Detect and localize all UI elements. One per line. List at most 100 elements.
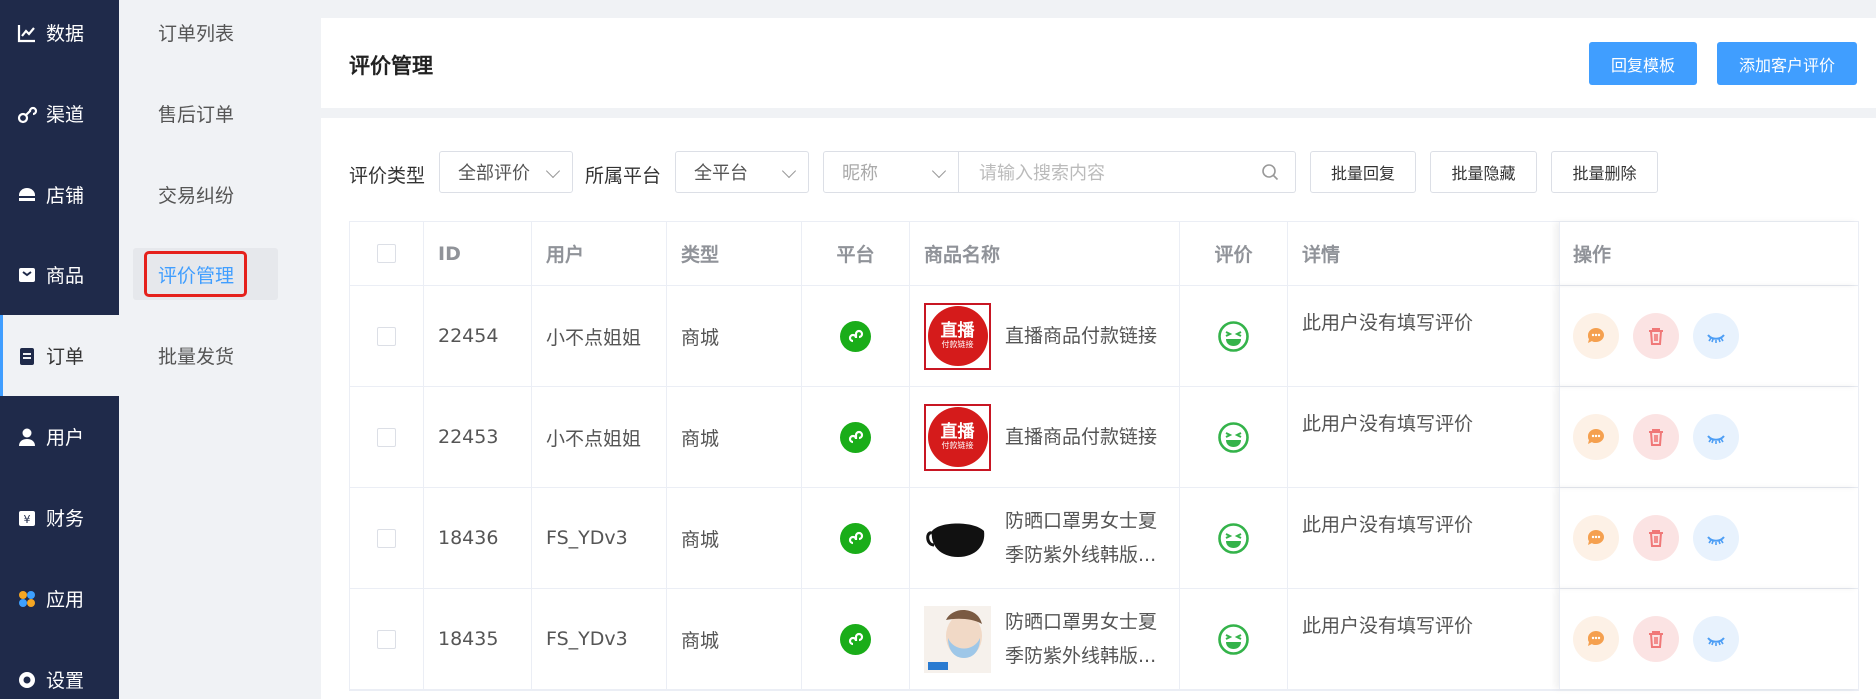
page-title: 评价管理 [349,54,433,78]
reply-button[interactable] [1573,515,1619,561]
sidebar-item-settings[interactable]: 设置 [0,639,119,699]
batch-reply-button[interactable]: 批量回复 [1310,151,1416,193]
row-select-cell [350,589,424,689]
platform-cell [802,387,910,487]
hide-button[interactable] [1693,414,1739,460]
subnav-item-after-sale[interactable]: 售后订单 [133,87,278,139]
search-input[interactable]: 请输入搜索内容 [959,151,1296,193]
delete-button[interactable] [1633,616,1679,662]
row-checkbox[interactable] [377,528,396,548]
product-thumbnail[interactable] [924,605,991,673]
chat-bubble-icon [1588,429,1604,444]
subnav-item-label: 批量发货 [158,345,235,368]
chat-bubble-icon [1588,328,1604,343]
reply-button[interactable] [1573,414,1619,460]
actions-cell [1559,286,1859,386]
sidebar-item-product[interactable]: 商品 [0,234,119,315]
review-type: 商城 [667,387,802,487]
column-header: 商品名称 [910,222,1180,285]
review-type-value: 全部评价 [458,163,530,184]
hide-button[interactable] [1693,616,1739,662]
subnav-item-label: 售后订单 [158,103,235,126]
reply-template-button[interactable]: 回复模板 [1589,42,1697,85]
subnav-item-review-management[interactable]: 评价管理 [133,248,278,300]
sidebar-item-user[interactable]: 用户 [0,396,119,477]
row-checkbox[interactable] [377,427,396,447]
review-type: 商城 [667,286,802,386]
thumbnail-title: 直播 [940,422,975,442]
search-field-placeholder: 昵称 [842,163,878,184]
sidebar-item-finance[interactable]: ¥ 财务 [0,477,119,558]
sidebar-item-order[interactable]: 订单 [0,315,119,396]
review-detail: 此用户没有填写评价 [1288,387,1560,487]
sidebar-item-data[interactable]: 数据 [0,0,119,73]
product-name[interactable]: 直播商品付款链接 [1005,319,1160,353]
delete-button[interactable] [1633,313,1679,359]
rating-cell [1180,286,1288,386]
batch-hide-button[interactable]: 批量隐藏 [1430,151,1537,193]
delete-button[interactable] [1633,414,1679,460]
mini-program-icon [840,522,871,554]
search-field-select[interactable]: 昵称 [823,151,959,193]
sidebar-item-label: 用户 [46,427,85,449]
trash-icon [1649,328,1663,345]
trash-icon [1649,530,1663,547]
column-header: 平台 [802,222,910,285]
search-icon[interactable] [1261,163,1279,181]
chevron-down-icon [545,163,561,179]
mini-program-icon [840,421,871,453]
subnav-item-label: 交易纠纷 [158,184,235,207]
reply-button[interactable] [1573,313,1619,359]
eye-closed-icon [1707,536,1725,545]
thumbnail-caption: 付款链接 [941,340,974,349]
product-thumbnail[interactable] [924,504,991,572]
review-type-select[interactable]: 全部评价 [439,151,573,193]
subnav-item-order-list[interactable]: 订单列表 [133,6,278,58]
product-cell: 直播 付款链接 直播商品付款链接 [910,286,1180,386]
user-icon [16,426,38,448]
apps-icon [16,588,38,610]
row-select-cell [350,387,424,487]
platform-cell [802,286,910,386]
column-header: 用户 [532,222,667,285]
table-row: 18436 FS_YDv3 商城 防晒口罩男女士夏季防紫外线韩版... 此用户没有填写评… [350,488,1859,589]
select-all-cell [350,222,424,285]
eye-closed-icon [1707,637,1725,646]
product-name[interactable]: 直播商品付款链接 [1005,420,1160,454]
add-review-button[interactable]: 添加客户评价 [1717,42,1857,85]
svg-text:¥: ¥ [24,513,31,526]
review-id: 18436 [424,488,532,588]
review-user: FS_YDv3 [532,488,667,588]
hide-button[interactable] [1693,515,1739,561]
reply-button[interactable] [1573,616,1619,662]
hide-button[interactable] [1693,313,1739,359]
product-thumbnail[interactable]: 直播 付款链接 [924,403,991,471]
row-checkbox[interactable] [377,629,396,649]
platform-value: 全平台 [694,163,748,184]
sidebar-item-channel[interactable]: 渠道 [0,73,119,154]
platform-label: 所属平台 [585,165,662,187]
review-id: 22454 [424,286,532,386]
sidebar-item-label: 财务 [46,508,85,530]
settings-icon [16,669,38,691]
product-cell: 防晒口罩男女士夏季防紫外线韩版... [910,589,1180,689]
product-cell: 防晒口罩男女士夏季防紫外线韩版... [910,488,1180,588]
chat-bubble-icon [1588,530,1604,545]
rating-cell [1180,488,1288,588]
product-thumbnail[interactable]: 直播 付款链接 [924,302,991,370]
delete-button[interactable] [1633,515,1679,561]
actions-cell [1559,488,1859,588]
sidebar-item-apps[interactable]: 应用 [0,558,119,639]
satisfied-face-icon [1218,320,1249,352]
product-name[interactable]: 防晒口罩男女士夏季防紫外线韩版... [1005,504,1160,572]
link-icon [16,103,38,125]
row-checkbox[interactable] [377,326,396,346]
subnav-item-dispute[interactable]: 交易纠纷 [133,168,278,220]
eye-closed-icon [1707,334,1725,343]
select-all-checkbox[interactable] [377,244,396,263]
subnav-item-batch-ship[interactable]: 批量发货 [133,329,278,381]
product-name[interactable]: 防晒口罩男女士夏季防紫外线韩版... [1005,605,1160,673]
batch-delete-button[interactable]: 批量删除 [1551,151,1658,193]
platform-select[interactable]: 全平台 [675,151,809,193]
sidebar-item-store[interactable]: 店铺 [0,154,119,235]
